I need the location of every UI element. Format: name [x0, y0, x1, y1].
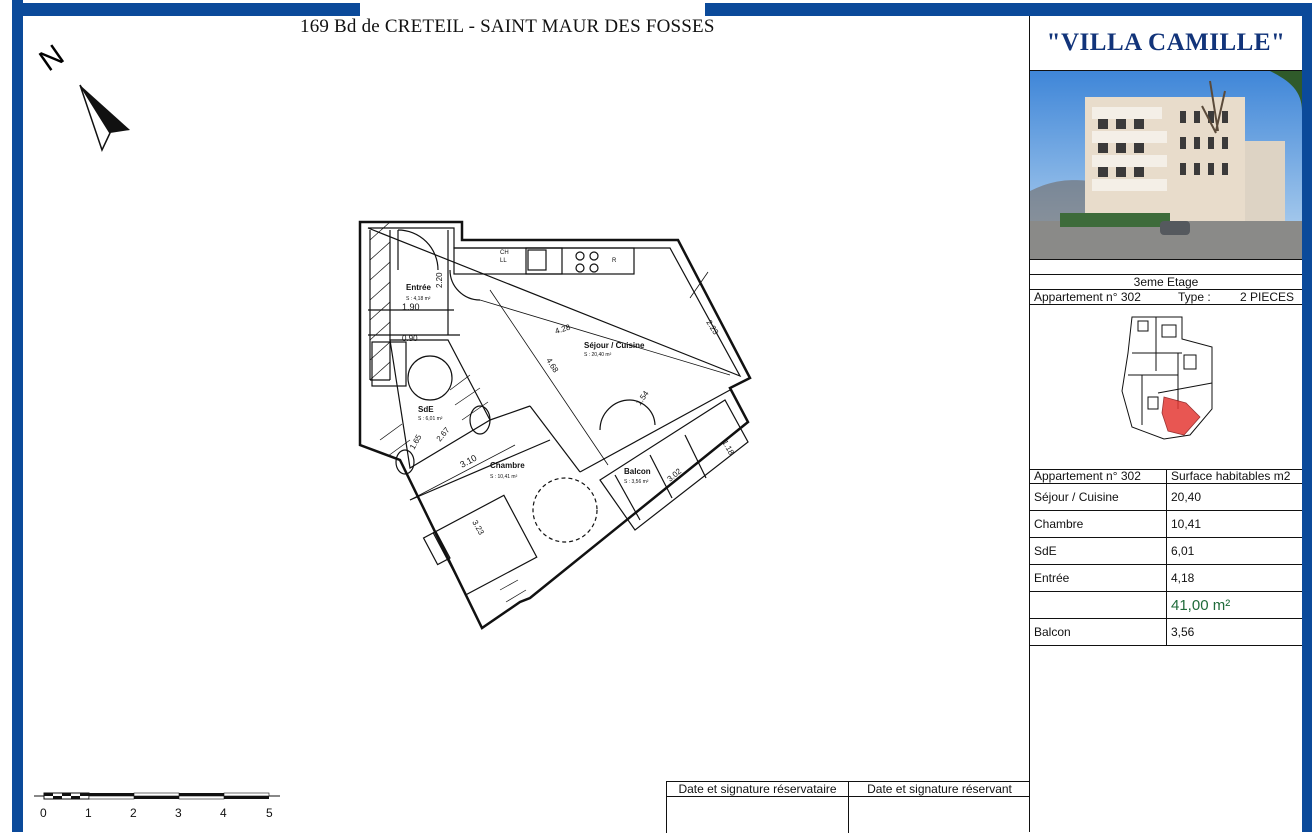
frame-top-border-right [705, 3, 1311, 16]
signature-box-reservataire[interactable]: Date et signature réservataire [667, 782, 849, 833]
room-area-sejour: S : 20,40 m² [584, 352, 612, 358]
floor-label: 3eme Etage [1030, 274, 1302, 290]
table-row: SdE 6,01 [1030, 537, 1302, 565]
room-name: Séjour / Cuisine [1030, 483, 1167, 511]
room-name: Entrée [1030, 564, 1167, 592]
room-name: Chambre [1030, 510, 1167, 538]
room-area: 3,56 [1166, 618, 1302, 646]
residence-title: "VILLA CAMILLE" [1046, 29, 1286, 56]
surfaces-header-area: Surface habitables m2 [1166, 470, 1302, 484]
floor-plan: Entrée S : 4,18 m² Séjour / Cuisine S : … [358, 220, 752, 630]
room-area: 4,18 [1166, 564, 1302, 592]
table-row: Entrée 4,18 [1030, 564, 1302, 592]
surfaces-table: Appartement n° 302 Surface habitables m2… [1030, 470, 1302, 646]
room-area-sde: S : 6,01 m² [418, 416, 443, 422]
scale-label: 2 [130, 806, 137, 820]
total-area: 41,00 m² [1166, 591, 1302, 619]
signature-label-reservant: Date et signature réservant [849, 782, 1030, 797]
frame-top-border-left [12, 3, 360, 16]
room-name: SdE [1030, 537, 1167, 565]
room-label-balcon: Balcon [624, 467, 651, 476]
room-area-chambre: S : 10,41 m² [490, 474, 518, 480]
scale-label: 0 [40, 806, 47, 820]
title-box: "VILLA CAMILLE" [1030, 16, 1302, 71]
dim-label: 1.65 [408, 433, 424, 451]
room-label-sde: SdE [418, 405, 434, 414]
building-photo [1030, 71, 1302, 260]
table-row: Séjour / Cuisine 20,40 [1030, 483, 1302, 511]
dim-label: 2.67 [435, 425, 452, 443]
dim-label: 2.23 [704, 318, 720, 336]
scale-label: 3 [175, 806, 182, 820]
type-label: Type : [1178, 290, 1211, 304]
scale-label: 5 [266, 806, 273, 820]
frame-right-border [1301, 3, 1312, 832]
room-area: 6,01 [1166, 537, 1302, 565]
frame-left-border [12, 0, 23, 832]
dim-label: 1.18 [720, 439, 736, 457]
room-area: 20,40 [1166, 483, 1302, 511]
room-label-chambre: Chambre [490, 461, 525, 470]
info-panel: "VILLA CAMILLE" 3eme Etage Appartement n… [1029, 16, 1302, 832]
table-row: Chambre 10,41 [1030, 510, 1302, 538]
surfaces-header-apartment: Appartement n° 302 [1030, 470, 1167, 484]
room-label-sejour: Séjour / Cuisine [584, 341, 645, 350]
dim-label: 2.20 [435, 272, 444, 288]
fixture-ll: LL [500, 258, 507, 264]
fixture-r: R [612, 258, 617, 264]
dim-label: 4.68 [544, 356, 560, 374]
scale-label: 1 [85, 806, 92, 820]
surfaces-table-header: Appartement n° 302 Surface habitables m2 [1030, 470, 1302, 484]
building-floor-plan [1030, 305, 1302, 470]
dim-label: 3.10 [458, 453, 478, 470]
apartment-info-row: Appartement n° 302 Type : 2 PIECES [1030, 290, 1302, 305]
signature-label-reservataire: Date et signature réservataire [667, 782, 848, 797]
dim-label: 4.28 [554, 322, 572, 336]
north-arrow-icon: N [33, 39, 130, 153]
dim-label: 1.54 [634, 389, 651, 407]
total-empty-cell [1030, 591, 1167, 619]
table-row: Balcon 3,56 [1030, 618, 1302, 646]
type-value: 2 PIECES [1240, 290, 1295, 304]
north-letter: N [33, 39, 70, 78]
room-area-balcon: S : 3,56 m² [624, 479, 649, 485]
room-label-entree: Entrée [406, 283, 431, 292]
signature-box-reservant[interactable]: Date et signature réservant [849, 782, 1030, 833]
room-name: Balcon [1030, 618, 1167, 646]
dim-label: 3.23 [470, 519, 486, 537]
scale-labels: 0 1 2 3 4 5 [34, 806, 294, 822]
fixture-ch: CH [500, 250, 509, 256]
signature-boxes: Date et signature réservataire Date et s… [666, 781, 1030, 833]
dim-label: 0.90 [402, 334, 418, 343]
total-row: 41,00 m² [1030, 591, 1302, 619]
dim-label: 1.90 [402, 302, 420, 312]
address-title: 169 Bd de CRETEIL - SAINT MAUR DES FOSSE… [300, 16, 715, 37]
room-area: 10,41 [1166, 510, 1302, 538]
apartment-number: Appartement n° 302 [1034, 290, 1141, 304]
scale-label: 4 [220, 806, 227, 820]
